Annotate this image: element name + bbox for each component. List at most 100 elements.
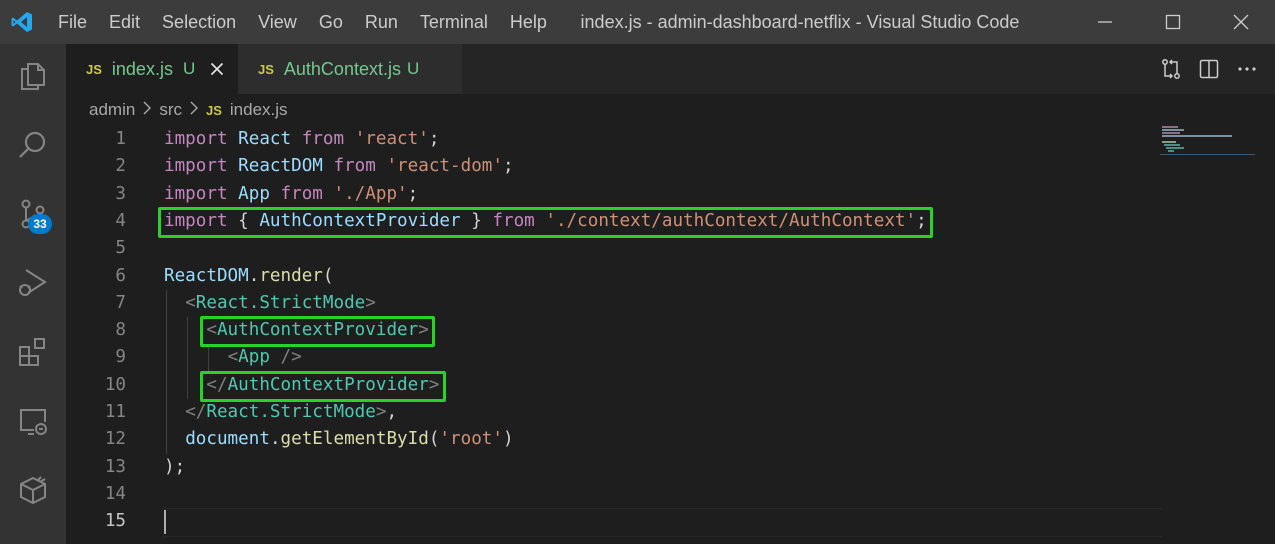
breadcrumb: admin src JS index.js: [66, 94, 1275, 126]
code-token: import: [164, 129, 239, 149]
code-token: React: [238, 129, 302, 149]
menu-bar: File Edit Selection View Go Run Terminal…: [44, 0, 558, 44]
code-token: </: [185, 402, 207, 422]
code-token: ;: [428, 129, 440, 149]
code-editor[interactable]: 1 2 3 4 5 6 7 8 9 10 11 12 13 14 15 import React from …: [66, 126, 1275, 544]
code-token: from: [333, 156, 387, 177]
search-icon[interactable]: [0, 115, 66, 175]
code-line: ReactDOM.render(: [164, 263, 334, 290]
run-debug-icon[interactable]: [0, 253, 66, 313]
code-token: App: [238, 347, 281, 368]
menu-file[interactable]: File: [44, 0, 98, 44]
source-control-icon[interactable]: 33: [0, 184, 66, 244]
remote-explorer-icon[interactable]: [0, 391, 66, 451]
line-number: 4: [115, 210, 126, 231]
line-number: 3: [115, 183, 126, 204]
chevron-right-icon: [142, 101, 152, 119]
menu-edit[interactable]: Edit: [98, 0, 151, 44]
breadcrumb-item-src[interactable]: src: [159, 100, 182, 120]
title-bar: File Edit Selection View Go Run Terminal…: [0, 0, 1275, 44]
menu-run[interactable]: Run: [354, 0, 409, 44]
code-token: from: [280, 183, 334, 204]
breadcrumb-item-admin[interactable]: admin: [89, 100, 135, 120]
tab-authcontext-js[interactable]: JS AuthContext.js U: [238, 44, 462, 94]
code-token: document: [185, 429, 270, 450]
code-token: import: [164, 156, 239, 177]
code-token: './App': [333, 183, 408, 204]
tab-index-js[interactable]: JS index.js U: [66, 44, 238, 94]
text-cursor: [164, 510, 166, 535]
code-line: import ReactDOM from 'react-dom';: [164, 153, 514, 180]
code-line: import React from 'react';: [164, 126, 439, 153]
highlight-box: [158, 206, 934, 239]
ellipsis-icon: [1238, 67, 1256, 71]
line-number: 9: [115, 347, 126, 368]
code-line: <React.StrictMode>: [164, 290, 376, 317]
source-control-badge: 33: [28, 214, 52, 234]
line-number: 5: [115, 238, 126, 259]
line-number: 8: [115, 320, 126, 341]
highlight-box: [200, 316, 435, 348]
chevron-right-icon: [189, 101, 199, 119]
code-token: ): [502, 429, 514, 450]
code-token: getElementById: [280, 429, 429, 450]
split-editor-button[interactable]: [1197, 57, 1221, 81]
tab-close-button[interactable]: [209, 61, 225, 77]
highlight-box: [200, 370, 446, 402]
js-file-icon: JS: [205, 102, 222, 118]
line-number: 10: [104, 374, 126, 395]
code-token: );: [164, 456, 186, 477]
code-token: 'root': [439, 429, 503, 450]
code-line: </React.StrictMode>,: [164, 399, 397, 426]
tab-label: index.js: [111, 58, 173, 79]
minimize-icon: [1098, 21, 1112, 23]
menu-selection[interactable]: Selection: [151, 0, 247, 44]
line-number: 6: [115, 265, 126, 286]
code-token: .: [269, 429, 281, 450]
code-token: (: [322, 265, 334, 286]
js-file-icon: JS: [86, 61, 102, 77]
menu-terminal[interactable]: Terminal: [409, 0, 499, 44]
code-token: ;: [503, 156, 514, 177]
js-file-icon: JS: [258, 61, 274, 77]
maximize-icon: [1165, 14, 1181, 30]
code-token: React.StrictMode: [195, 292, 366, 313]
code-line: document.getElementById('root'): [164, 426, 514, 453]
code-line: );: [164, 454, 185, 481]
close-icon: [1233, 14, 1249, 30]
line-number: 15: [104, 511, 126, 532]
code-token: >: [365, 292, 376, 313]
menu-view[interactable]: View: [247, 0, 308, 44]
close-window-button[interactable]: [1207, 0, 1275, 44]
code-token: 'react-dom': [386, 156, 503, 177]
code-token: <: [185, 292, 196, 313]
line-number: 1: [115, 129, 126, 149]
code-token: import: [164, 183, 239, 204]
tab-untracked-status: U: [182, 59, 196, 78]
code-token: ReactDOM: [164, 265, 249, 286]
maximize-button[interactable]: [1139, 0, 1207, 44]
minimize-button[interactable]: [1071, 0, 1139, 44]
more-actions-button[interactable]: [1235, 57, 1259, 81]
vscode-logo-icon: [0, 0, 44, 44]
extensions-icon[interactable]: [0, 322, 66, 382]
code-line: <App />: [164, 344, 302, 371]
menu-go[interactable]: Go: [308, 0, 354, 44]
code-token: <: [227, 347, 239, 368]
code-token: App: [238, 183, 281, 204]
line-number: 13: [104, 456, 126, 477]
code-token: render: [259, 265, 323, 286]
breadcrumb-item-file[interactable]: index.js: [230, 100, 288, 120]
docker-icon[interactable]: [0, 460, 66, 520]
code-token: from: [301, 129, 355, 149]
code-token: ;: [407, 183, 419, 204]
explorer-icon[interactable]: [0, 46, 66, 106]
close-icon: [211, 62, 224, 76]
line-number: 2: [115, 156, 126, 177]
minimap[interactable]: [1160, 126, 1255, 156]
open-changes-button[interactable]: [1159, 57, 1183, 81]
